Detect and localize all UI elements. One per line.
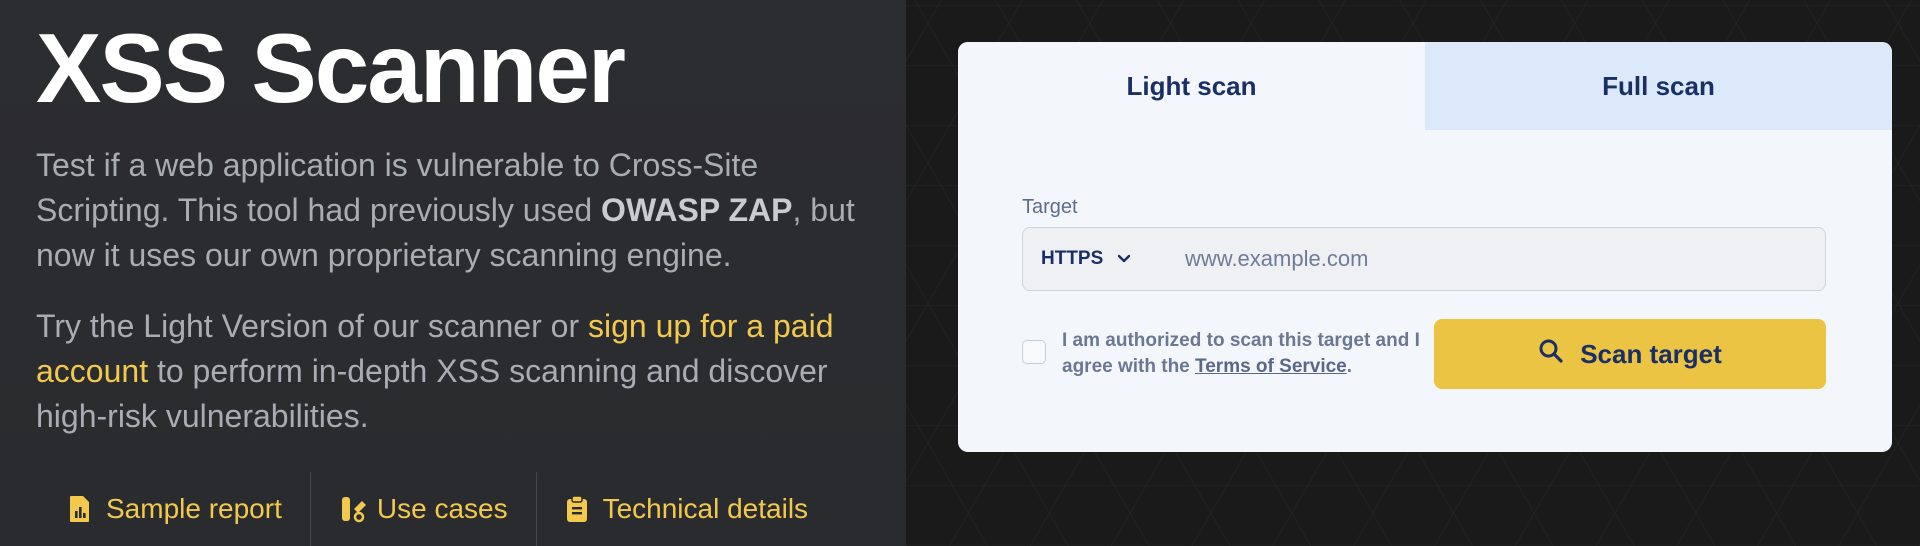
protocol-value: HTTPS — [1041, 248, 1104, 269]
use-cases-link[interactable]: Use cases — [311, 472, 536, 546]
cta-text-end: to perform in-depth XSS scanning and dis… — [36, 353, 828, 434]
owasp-zap-text: OWASP ZAP — [601, 192, 793, 228]
hero-description: Test if a web application is vulnerable … — [36, 143, 876, 278]
clipboard-icon — [565, 495, 589, 523]
hero-panel: XSS Scanner Test if a web application is… — [0, 0, 906, 546]
report-chart-icon — [68, 495, 92, 523]
scanner-card: Light scan Full scan Target HTTPS I am a… — [958, 42, 1892, 452]
scan-target-button[interactable]: Scan target — [1434, 319, 1826, 389]
sample-report-link[interactable]: Sample report — [36, 472, 310, 546]
page-title: XSS Scanner — [36, 13, 626, 123]
target-label: Target — [1022, 196, 1078, 218]
hero-cta-text: Try the Light Version of our scanner or … — [36, 304, 876, 439]
protocol-select[interactable]: HTTPS — [1023, 248, 1183, 270]
scan-type-tabs: Light scan Full scan — [958, 42, 1892, 130]
terms-of-service-link[interactable]: Terms of Service — [1195, 356, 1347, 377]
use-cases-icon — [339, 495, 366, 523]
scan-target-label: Scan target — [1580, 338, 1722, 369]
technical-details-label: Technical details — [602, 493, 809, 524]
authorization-checkbox[interactable] — [1022, 340, 1046, 364]
technical-details-link[interactable]: Technical details — [537, 472, 836, 546]
target-field: HTTPS — [1022, 227, 1826, 291]
use-cases-label: Use cases — [376, 493, 508, 524]
tab-light-scan[interactable]: Light scan — [958, 42, 1425, 130]
chevron-down-icon — [1117, 248, 1131, 270]
target-url-input[interactable] — [1183, 228, 1825, 290]
resource-links: Sample report Use cases Technical detail… — [36, 472, 836, 546]
search-icon — [1538, 338, 1564, 371]
cta-text-start: Try the Light Version of our scanner or — [36, 308, 588, 344]
authorization-label: I am authorized to scan this target and … — [1062, 328, 1422, 380]
tab-full-scan[interactable]: Full scan — [1425, 42, 1892, 130]
sample-report-label: Sample report — [106, 493, 282, 524]
consent-period: . — [1346, 356, 1353, 377]
